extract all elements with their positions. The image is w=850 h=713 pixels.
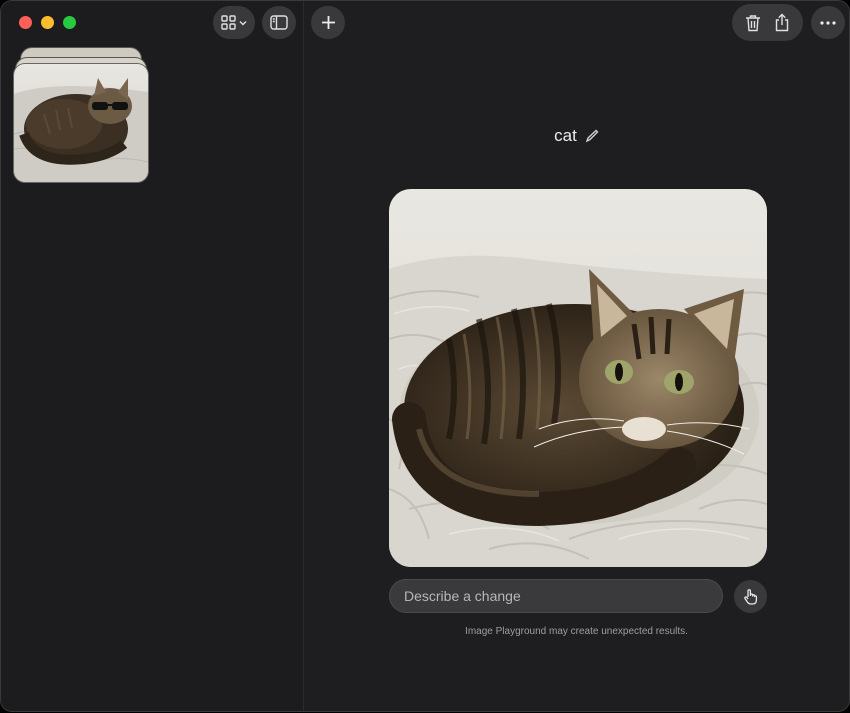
ellipsis-icon xyxy=(820,20,836,25)
sidebar xyxy=(1,1,304,711)
image-title-row: cat xyxy=(304,126,849,146)
app-window: cat Describe a change Image Playground m… xyxy=(0,0,850,712)
hand-point-icon xyxy=(742,588,760,606)
describe-change-input[interactable] xyxy=(389,579,723,613)
image-stack-thumbnail[interactable] xyxy=(13,47,149,183)
image-actions-group xyxy=(732,4,803,41)
toggle-sidebar-button[interactable] xyxy=(262,6,296,39)
sidebar-icon xyxy=(270,15,288,30)
generated-image xyxy=(389,189,767,567)
minimize-window-button[interactable] xyxy=(41,16,54,29)
main-area: cat Describe a change Image Playground m… xyxy=(304,1,849,711)
zoom-window-button[interactable] xyxy=(63,16,76,29)
pencil-icon[interactable] xyxy=(585,129,599,143)
close-window-button[interactable] xyxy=(19,16,32,29)
more-options-button[interactable] xyxy=(811,6,845,39)
trash-icon[interactable] xyxy=(745,14,761,32)
grid-icon xyxy=(221,15,236,30)
share-icon[interactable] xyxy=(774,13,790,32)
thumbnail-image xyxy=(13,63,149,183)
disclaimer-text: Image Playground may create unexpected r… xyxy=(465,626,688,637)
choose-person-button[interactable] xyxy=(734,580,767,613)
image-title: cat xyxy=(554,126,577,145)
plus-icon xyxy=(321,15,336,30)
view-mode-button[interactable] xyxy=(213,6,255,39)
chevron-down-icon xyxy=(239,20,247,26)
new-image-button[interactable] xyxy=(311,6,345,39)
